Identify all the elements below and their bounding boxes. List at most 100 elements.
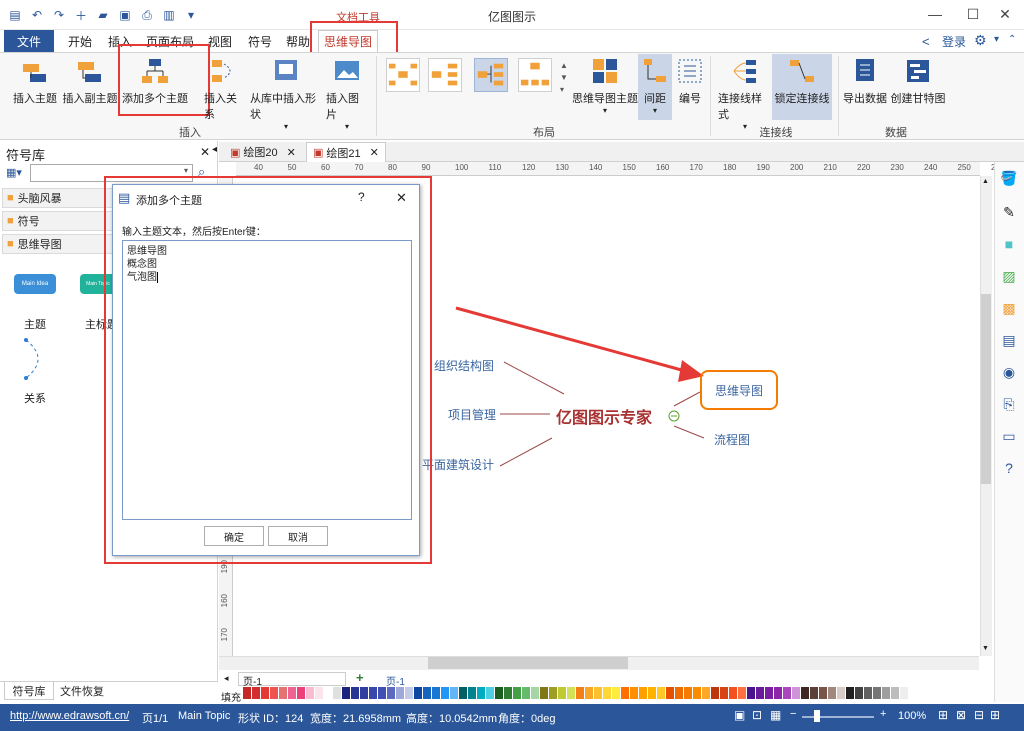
color-swatch[interactable] <box>351 687 360 699</box>
layout-option-1[interactable] <box>386 58 420 92</box>
color-swatch[interactable] <box>243 687 252 699</box>
print-icon[interactable]: ⎙ <box>138 6 156 24</box>
color-swatch[interactable] <box>288 687 297 699</box>
tab-home[interactable]: 开始 <box>62 30 98 52</box>
fill-bucket-icon[interactable]: 🪣 <box>999 168 1019 188</box>
color-swatch[interactable] <box>297 687 306 699</box>
color-swatch[interactable] <box>468 687 477 699</box>
color-swatch[interactable] <box>585 687 594 699</box>
color-swatch[interactable] <box>684 687 693 699</box>
color-swatch[interactable] <box>414 687 423 699</box>
color-swatch[interactable] <box>873 687 882 699</box>
color-swatch[interactable] <box>477 687 486 699</box>
color-swatch[interactable] <box>675 687 684 699</box>
undo-icon[interactable]: ↶ <box>28 6 46 24</box>
tab-symbol-library[interactable]: 符号库 <box>4 682 54 700</box>
color-swatch[interactable] <box>882 687 891 699</box>
tab-symbol[interactable]: 符号 <box>242 30 278 52</box>
doc-tab-2[interactable]: ▣ 绘图21 ✕ <box>306 142 386 162</box>
color-swatch[interactable] <box>630 687 639 699</box>
color-swatch[interactable] <box>639 687 648 699</box>
mindmap-topic-button[interactable]: 思维导图主题 ▾ <box>572 56 638 115</box>
actual-size-icon[interactable]: ⊟ <box>974 708 984 722</box>
add-page-icon[interactable]: + <box>356 670 364 685</box>
ribbon-options-icon[interactable]: ▾ <box>994 34 999 45</box>
minimize-button[interactable]: — <box>918 2 952 26</box>
color-swatch[interactable] <box>855 687 864 699</box>
share-icon[interactable]: < <box>922 34 930 49</box>
color-swatch[interactable] <box>252 687 261 699</box>
layout-option-3[interactable] <box>474 58 508 92</box>
comment-icon[interactable]: ▭ <box>999 426 1019 446</box>
customize-icon[interactable]: ▾ <box>182 6 200 24</box>
color-swatch[interactable] <box>504 687 513 699</box>
color-swatch[interactable] <box>666 687 675 699</box>
website-link[interactable]: http://www.edrawsoft.cn/ <box>10 710 129 722</box>
settings-gear-icon[interactable]: ⚙ <box>974 32 987 49</box>
color-swatch[interactable] <box>459 687 468 699</box>
color-swatch[interactable] <box>387 687 396 699</box>
color-swatch[interactable] <box>423 687 432 699</box>
close-tab-icon[interactable]: ✕ <box>370 146 379 159</box>
insert-relation-button[interactable]: 插入关系 <box>204 56 246 122</box>
color-swatch[interactable] <box>270 687 279 699</box>
color-swatch[interactable] <box>648 687 657 699</box>
login-link[interactable]: 登录 <box>942 33 966 50</box>
new-icon[interactable]: ＋ <box>72 6 90 24</box>
color-swatch[interactable] <box>369 687 378 699</box>
dialog-help-button[interactable]: ? <box>358 190 365 204</box>
color-swatch[interactable] <box>378 687 387 699</box>
export-data-button[interactable]: 导出数据 <box>842 56 888 106</box>
color-swatch[interactable] <box>522 687 531 699</box>
color-swatch[interactable] <box>702 687 711 699</box>
relation-shape-icon[interactable] <box>20 336 50 382</box>
color-swatch[interactable] <box>396 687 405 699</box>
color-swatch[interactable] <box>513 687 522 699</box>
color-swatch[interactable] <box>333 687 342 699</box>
color-swatch[interactable] <box>837 687 846 699</box>
layers-icon[interactable]: ▩ <box>999 298 1019 318</box>
color-swatch[interactable] <box>774 687 783 699</box>
color-swatch[interactable] <box>738 687 747 699</box>
color-swatch[interactable] <box>567 687 576 699</box>
color-swatch[interactable] <box>720 687 729 699</box>
full-screen-icon[interactable]: ▦ <box>770 708 781 722</box>
expand-icon[interactable]: ⊞ <box>990 708 1000 722</box>
color-swatch[interactable] <box>450 687 459 699</box>
mindmap-topic-mindmap-selected[interactable]: 思维导图 <box>700 370 778 410</box>
doc-tab-1[interactable]: ▣ 绘图20 ✕ <box>224 142 302 162</box>
page-select[interactable]: 页-1 <box>238 672 346 688</box>
color-swatch[interactable] <box>549 687 558 699</box>
tabs-scroll-left[interactable]: ◂ <box>212 144 217 155</box>
zoom-slider[interactable] <box>802 716 874 718</box>
layout-option-2[interactable] <box>428 58 462 92</box>
page-properties-icon[interactable]: ▤ <box>999 330 1019 350</box>
shape-main-idea[interactable]: Main Idea <box>14 274 56 294</box>
mindmap-topic-project-mgmt[interactable]: 项目管理 <box>448 406 496 423</box>
color-swatch[interactable] <box>594 687 603 699</box>
horizontal-scroll-thumb[interactable] <box>428 657 628 669</box>
color-swatch[interactable] <box>612 687 621 699</box>
topics-textarea[interactable]: 思维导图 概念图 气泡图 <box>122 240 412 520</box>
scroll-down-icon[interactable]: ▼ <box>982 645 989 652</box>
zoom-in-icon[interactable]: + <box>880 708 886 720</box>
color-swatch[interactable] <box>558 687 567 699</box>
color-swatch[interactable] <box>747 687 756 699</box>
line-style-icon[interactable]: ✎ <box>999 202 1019 222</box>
color-swatch[interactable] <box>576 687 585 699</box>
dialog-close-button[interactable]: ✕ <box>396 190 407 206</box>
color-swatch[interactable] <box>756 687 765 699</box>
insert-image-button[interactable]: 插入图片 ▾ <box>326 56 368 131</box>
connector-style-button[interactable]: 连接线样式 ▾ <box>718 56 772 131</box>
color-swatch[interactable] <box>828 687 837 699</box>
color-swatch[interactable] <box>441 687 450 699</box>
color-swatch[interactable] <box>495 687 504 699</box>
color-swatch[interactable] <box>405 687 414 699</box>
close-panel-icon[interactable]: ✕ <box>200 145 210 159</box>
maximize-button[interactable]: ☐ <box>956 2 990 26</box>
ok-button[interactable]: 确定 <box>204 526 264 546</box>
color-swatch[interactable] <box>693 687 702 699</box>
color-swatch[interactable] <box>342 687 351 699</box>
color-swatch[interactable] <box>621 687 630 699</box>
lock-connector-button[interactable]: 锁定连接线 <box>772 54 832 120</box>
